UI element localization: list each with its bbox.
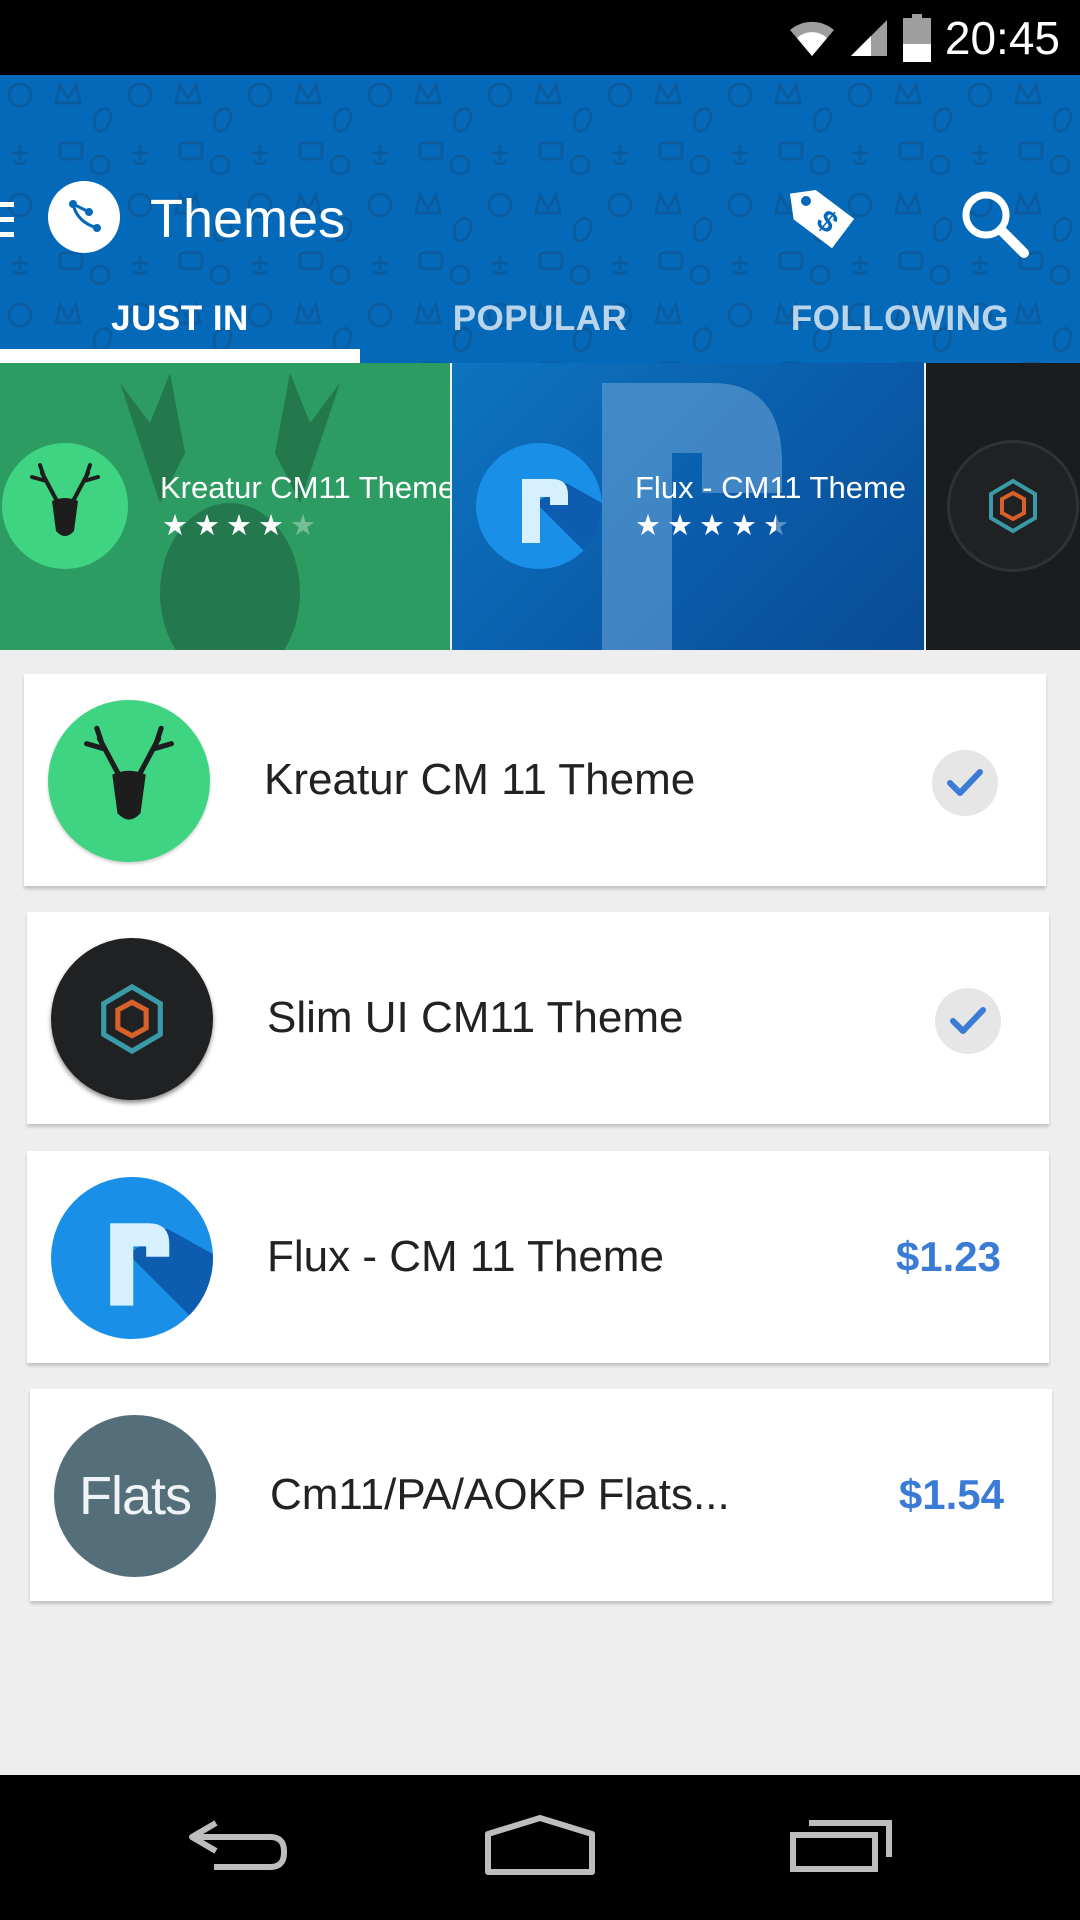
tab-just-in[interactable]: JUST IN [0,275,360,363]
theme-title: Flux - CM 11 Theme [267,1232,664,1281]
tab-following[interactable]: FOLLOWING [720,275,1080,363]
star-icon: ★ [226,510,252,542]
installed-check-icon [935,988,1001,1054]
wifi-icon [789,21,834,56]
featured-carousel[interactable]: Kreatur CM11 Theme ★ ★ ★ ★ ★ Flux - CM11… [0,363,1080,650]
star-icon: ★ [731,510,757,542]
star-empty-icon: ★ [290,510,316,542]
flats-logo-icon: Flats [54,1415,216,1577]
star-icon: ★ [194,510,220,542]
tab-label: FOLLOWING [790,299,1010,338]
tab-popular[interactable]: POPULAR [360,275,720,363]
featured-title: Kreatur CM11 Theme [160,470,450,505]
theme-price[interactable]: $1.23 [896,1151,1001,1363]
tab-bar: JUST IN POPULAR FOLLOWING [0,275,1080,363]
rating-stars: ★ ★ ★ ★ ★ [162,511,316,541]
app-title: Themes [150,189,346,249]
tab-indicator [0,349,360,363]
theme-list-item[interactable]: Slim UI CM11 Theme [27,912,1049,1124]
featured-item[interactable]: Kreatur CM11 Theme ★ ★ ★ ★ ★ [0,363,450,650]
theme-list-item[interactable]: Kreatur CM 11 Theme [24,674,1046,886]
slim-hexagon-icon [950,443,1076,569]
tab-label: POPULAR [452,299,628,338]
theme-price[interactable]: $1.54 [899,1389,1004,1601]
recents-button[interactable] [782,1805,902,1885]
featured-title: Flux - CM11 Theme [635,470,907,505]
featured-item[interactable] [926,363,1080,650]
price-tag-icon[interactable]: $ [790,185,860,255]
star-icon: ★ [635,510,661,542]
slim-hexagon-icon [51,938,213,1100]
flats-logo-text: Flats [78,1466,192,1526]
deer-skull-icon [48,700,210,862]
theme-list-item[interactable]: Flats Cm11/PA/AOKP Flats... $1.54 [30,1389,1052,1601]
theme-title: Cm11/PA/AOKP Flats... [270,1470,730,1519]
featured-item[interactable]: Flux - CM11 Theme ★ ★ ★ ★ ★ [452,363,924,650]
flux-logo-icon [51,1177,213,1339]
star-icon: ★ [162,510,188,542]
navigation-bar [0,1775,1080,1920]
star-half-icon: ★ [763,510,789,542]
status-icons: 20:45 [789,0,1060,75]
back-icon [189,1820,287,1870]
star-icon: ★ [699,510,725,542]
theme-title: Kreatur CM 11 Theme [264,755,696,804]
status-time: 20:45 [944,11,1060,64]
status-bar: 20:45 [0,0,1080,75]
theme-list-item[interactable]: Flux - CM 11 Theme $1.23 [27,1151,1049,1363]
back-button[interactable] [178,1805,298,1885]
home-button[interactable] [480,1805,600,1885]
installed-check-icon [932,750,998,816]
flux-logo-icon [476,443,602,569]
deer-skull-icon [2,443,128,569]
home-icon [485,1815,595,1875]
search-icon[interactable] [958,187,1030,259]
menu-icon[interactable] [0,200,16,240]
battery-icon [902,13,931,62]
rating-stars: ★ ★ ★ ★ ★ [635,511,789,541]
theme-title: Slim UI CM11 Theme [267,993,684,1042]
app-logo-icon[interactable] [48,181,120,253]
star-icon: ★ [258,510,284,542]
signal-icon [850,19,887,56]
recents-icon [790,1820,892,1872]
tab-label: JUST IN [111,299,249,338]
app-bar: Themes $ JUST IN POPULAR FOLLOWING [0,75,1080,363]
star-icon: ★ [667,510,693,542]
